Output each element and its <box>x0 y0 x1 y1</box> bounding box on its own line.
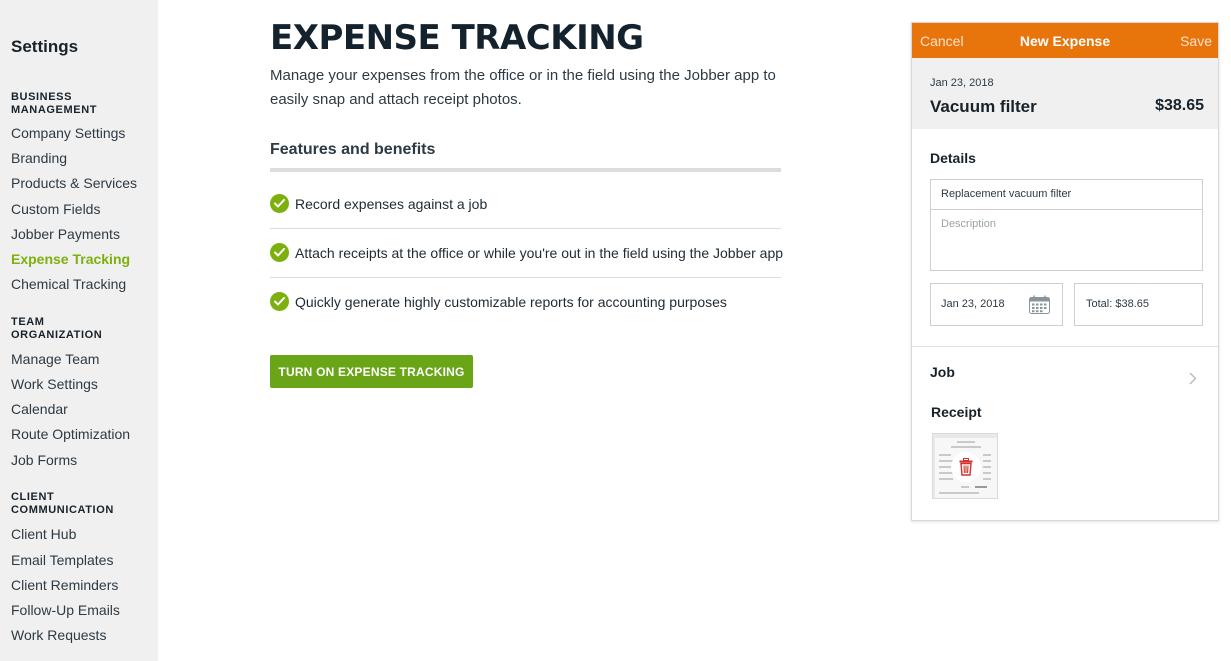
mockup-total-field: Total: $38.65 <box>1074 283 1203 326</box>
mockup-header: Cancel New Expense Save <box>912 23 1218 58</box>
mockup-details-heading: Details <box>930 150 976 166</box>
mockup-date-value: Jan 23, 2018 <box>941 298 1005 310</box>
sidebar-item-custom-fields[interactable]: Custom Fields <box>11 201 100 217</box>
feature-text: Attach receipts at the office or while y… <box>295 245 784 261</box>
section-heading-client-communication: CLIENT COMMUNICATION <box>11 491 114 516</box>
mockup-date: Jan 23, 2018 <box>930 77 994 89</box>
mockup-save-label: Save <box>1180 33 1212 49</box>
calendar-icon <box>1029 295 1050 317</box>
check-circle-icon <box>270 194 289 213</box>
mockup-amount: $38.65 <box>1155 97 1204 114</box>
trash-icon <box>951 452 981 482</box>
section-heading-team-organization: TEAM ORGANIZATION <box>11 316 103 341</box>
page-description: Manage your expenses from the office or … <box>270 67 776 108</box>
sidebar-item-job-forms[interactable]: Job Forms <box>11 452 77 468</box>
features-divider <box>270 168 781 172</box>
chevron-right-icon <box>1189 372 1197 390</box>
new-expense-mockup: Cancel New Expense Save Jan 23, 2018 Vac… <box>911 22 1219 521</box>
sidebar-item-client-reminders[interactable]: Client Reminders <box>11 577 118 593</box>
sidebar-item-jobber-payments[interactable]: Jobber Payments <box>11 226 120 242</box>
receipt-thumbnail <box>932 433 998 499</box>
mockup-item-name: Vacuum filter <box>930 97 1037 116</box>
mockup-job-label: Job <box>930 364 955 380</box>
mockup-title: New Expense <box>1019 33 1111 49</box>
sidebar-item-work-settings[interactable]: Work Settings <box>11 376 98 392</box>
feature-text: Quickly generate highly customizable rep… <box>295 294 727 310</box>
feature-item: Record expenses against a job <box>270 180 781 229</box>
mockup-receipt-label: Receipt <box>931 404 982 420</box>
mockup-description-field: Description <box>930 209 1203 271</box>
mockup-divider <box>912 346 1218 347</box>
mockup-summary: Jan 23, 2018 Vacuum filter $38.65 <box>912 58 1218 129</box>
sidebar-item-company-settings[interactable]: Company Settings <box>11 125 125 141</box>
mockup-date-field: Jan 23, 2018 <box>930 283 1063 326</box>
features-heading: Features and benefits <box>270 141 436 158</box>
sidebar-item-branding[interactable]: Branding <box>11 150 67 166</box>
sidebar-item-work-requests[interactable]: Work Requests <box>11 627 106 643</box>
sidebar-item-calendar[interactable]: Calendar <box>11 401 68 417</box>
sidebar-item-products-services[interactable]: Products & Services <box>11 175 137 191</box>
sidebar-title: Settings <box>11 37 79 56</box>
feature-item: Quickly generate highly customizable rep… <box>270 278 781 327</box>
feature-text: Record expenses against a job <box>295 196 488 212</box>
settings-sidebar: Settings BUSINESS MANAGEMENT Company Set… <box>0 0 158 661</box>
turn-on-expense-tracking-button[interactable]: TURN ON EXPENSE TRACKING <box>270 355 473 388</box>
mockup-name-field: Replacement vacuum filter <box>930 179 1203 209</box>
check-circle-icon <box>270 243 289 262</box>
sidebar-item-chemical-tracking[interactable]: Chemical Tracking <box>11 276 126 292</box>
sidebar-item-follow-up-emails[interactable]: Follow-Up Emails <box>11 602 120 618</box>
page-title: EXPENSE TRACKING <box>270 18 644 58</box>
sidebar-item-email-templates[interactable]: Email Templates <box>11 552 113 568</box>
feature-item: Attach receipts at the office or while y… <box>270 229 784 278</box>
sidebar-item-expense-tracking[interactable]: Expense Tracking <box>11 251 130 267</box>
sidebar-item-route-optimization[interactable]: Route Optimization <box>11 426 130 442</box>
check-circle-icon <box>270 292 289 311</box>
sidebar-item-manage-team[interactable]: Manage Team <box>11 351 99 367</box>
section-heading-business-management: BUSINESS MANAGEMENT <box>11 91 98 116</box>
sidebar-item-client-hub[interactable]: Client Hub <box>11 526 76 542</box>
